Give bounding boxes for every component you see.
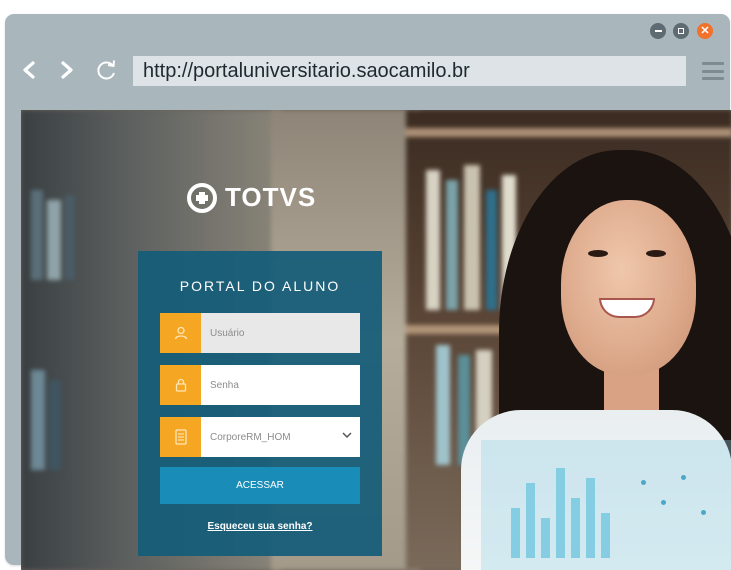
background-left-books — [31, 190, 141, 490]
password-placeholder: Senha — [210, 379, 239, 391]
address-bar[interactable]: http://portaluniversitario.saocamilo.br — [133, 56, 686, 86]
browser-window: ✕ http://portaluniversitario.saocamilo.b… — [5, 14, 731, 570]
minimize-icon[interactable] — [650, 23, 666, 39]
logo-text: TOTVS — [225, 182, 317, 212]
chevron-right-icon[interactable] — [54, 57, 80, 83]
background-person-face — [561, 200, 696, 375]
database-icon — [160, 417, 201, 457]
totvs-logo: TOTVS — [187, 182, 316, 213]
password-field[interactable]: Senha — [160, 365, 360, 405]
password-input[interactable]: Senha — [201, 365, 360, 405]
username-placeholder: Usuário — [210, 327, 245, 339]
chevron-left-icon[interactable] — [16, 57, 42, 83]
background-person-eye-left — [588, 250, 608, 257]
decorative-hologram-chart — [481, 440, 731, 570]
chevron-down-icon — [342, 432, 352, 439]
username-input[interactable]: Usuário — [201, 313, 360, 353]
hamburger-menu-icon[interactable] — [702, 62, 724, 80]
forgot-password-link[interactable]: Esqueceu sua senha? — [138, 521, 382, 532]
totvs-logo-icon — [187, 182, 217, 213]
maximize-icon[interactable] — [673, 23, 689, 39]
database-selected-value: CorporeRM_HOM — [210, 431, 291, 443]
database-select[interactable]: CorporeRM_HOM — [201, 417, 360, 457]
page-viewport: TOTVS PORTAL DO ALUNO Usuário Senha Corp… — [21, 110, 731, 570]
reload-icon[interactable] — [94, 57, 120, 83]
url-text: http://portaluniversitario.saocamilo.br — [143, 59, 470, 82]
close-icon[interactable]: ✕ — [697, 23, 713, 39]
login-title: PORTAL DO ALUNO — [179, 278, 341, 294]
background-person-eye-right — [646, 250, 666, 257]
database-select-field[interactable]: CorporeRM_HOM — [160, 417, 360, 457]
submit-button[interactable]: ACESSAR — [160, 467, 360, 504]
lock-icon — [160, 365, 201, 405]
login-panel: PORTAL DO ALUNO Usuário Senha CorporeRM_… — [138, 251, 382, 556]
username-field[interactable]: Usuário — [160, 313, 360, 353]
user-icon — [160, 313, 201, 353]
